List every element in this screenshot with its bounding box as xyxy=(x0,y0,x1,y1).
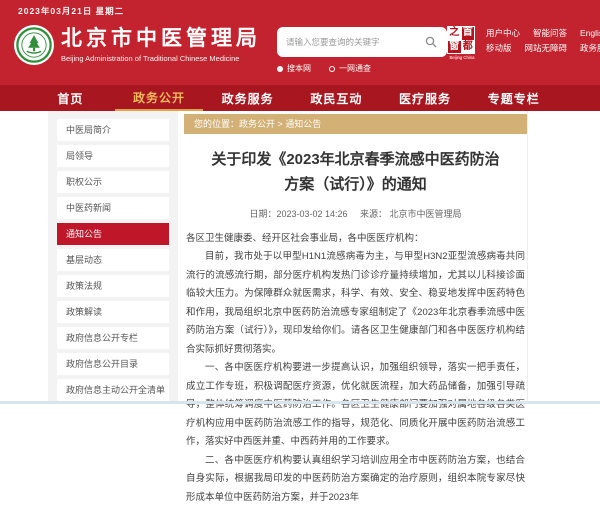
article-paragraph: 一、各中医医疗机构要进一步提高认识，加强组织领导，落实一把手责任，成立工作专班，… xyxy=(186,359,525,452)
radio-unselected-icon xyxy=(329,66,335,72)
search-icon[interactable] xyxy=(424,35,438,49)
seal-caption: Beijing China xyxy=(449,55,475,60)
article-paragraph: 各区卫生健康委、经开区社会事业局，各中医医疗机构： xyxy=(186,230,525,249)
article-date: 日期：2023-03-02 14:26 xyxy=(249,209,347,219)
agency-emblem-icon xyxy=(14,25,54,65)
link-accessibility[interactable]: 网站无障碍 xyxy=(525,41,568,56)
sidebar-item-leadership[interactable]: 局领导 xyxy=(57,145,169,167)
sidebar-item-info-disclosure-list[interactable]: 政府信息主动公开全清单 xyxy=(57,379,169,401)
radio-selected-icon xyxy=(277,66,283,72)
article-source: 来源： 北京市中医管理局 xyxy=(360,209,462,219)
sidebar-menu: 中医局简介 局领导 职权公示 中医药新闻 通知公告 基层动态 政策法规 政策解读… xyxy=(48,111,178,401)
site-title: 北京市中医管理局 xyxy=(61,27,261,51)
beijing-portal-seal-logo[interactable]: 之 首 窗 都 Beijing China xyxy=(447,26,477,61)
article-paragraph: 二、各中医医疗机构要认真组织学习培训应用全市中医药防治方案，也结合自身实际，根据… xyxy=(186,452,525,507)
search-bar xyxy=(277,27,447,57)
radio-label-this-site: 搜本网 xyxy=(287,63,311,74)
page-body: 中医局简介 局领导 职权公示 中医药新闻 通知公告 基层动态 政策法规 政策解读… xyxy=(0,111,600,401)
nav-item-special-topics[interactable]: 专题专栏 xyxy=(469,85,558,111)
nav-item-medical-services[interactable]: 医疗服务 xyxy=(381,85,470,111)
current-date: 2023年03月21日 星期二 xyxy=(18,5,124,17)
seal-char: 都 xyxy=(462,41,475,54)
sidebar-item-grassroots[interactable]: 基层动态 xyxy=(57,249,169,271)
article-panel: 您的位置：政务公开 > 通知公告 关于印发《2023年北京春季流感中医药防治方案… xyxy=(184,111,528,401)
link-mobile-version[interactable]: 移动版 xyxy=(486,41,512,56)
nav-item-public-interaction[interactable]: 政民互动 xyxy=(292,85,381,111)
sidebar-item-notices[interactable]: 通知公告 xyxy=(57,223,169,245)
nav-item-home[interactable]: 首页 xyxy=(26,85,115,111)
sidebar-item-duties[interactable]: 职权公示 xyxy=(57,171,169,193)
link-gov-services[interactable]: 政务服务网 xyxy=(580,41,600,56)
sidebar-item-policies[interactable]: 政策法规 xyxy=(57,275,169,297)
link-english[interactable]: English xyxy=(580,26,600,41)
nav-item-gov-services[interactable]: 政务服务 xyxy=(203,85,292,111)
article-meta: 日期：2023-03-02 14:26 来源： 北京市中医管理局 xyxy=(184,207,527,220)
sidebar-item-policy-interpretation[interactable]: 政策解读 xyxy=(57,301,169,323)
sidebar-item-tcm-news[interactable]: 中医药新闻 xyxy=(57,197,169,219)
breadcrumb[interactable]: 您的位置：政务公开 > 通知公告 xyxy=(184,114,527,134)
site-header: 2023年03月21日 星期二 北京市中医管理局 Beijing Adminis… xyxy=(0,0,600,85)
radio-label-all-sites: 一网通查 xyxy=(339,63,371,74)
link-user-center[interactable]: 用户中心 xyxy=(486,26,520,41)
sidebar-item-info-disclosure-column[interactable]: 政府信息公开专栏 xyxy=(57,327,169,349)
site-logo-home-link[interactable]: 北京市中医管理局 Beijing Administration of Tradi… xyxy=(14,25,261,65)
sidebar-item-info-disclosure-catalog[interactable]: 政府信息公开目录 xyxy=(57,353,169,375)
seal-char: 首 xyxy=(462,27,475,40)
main-nav: 首页 政务公开 政务服务 政民互动 医疗服务 专题专栏 xyxy=(0,85,600,111)
article-title: 关于印发《2023年北京春季流感中医药防治方案（试行）》的通知 xyxy=(210,148,501,198)
search-input[interactable] xyxy=(286,37,424,47)
link-smart-qa[interactable]: 智能问答 xyxy=(533,26,567,41)
nav-item-gov-disclosure[interactable]: 政务公开 xyxy=(115,85,204,111)
radio-search-all-sites[interactable]: 一网通查 xyxy=(329,63,371,74)
site-subtitle: Beijing Administration of Traditional Ch… xyxy=(61,54,261,63)
sidebar-item-about[interactable]: 中医局简介 xyxy=(57,119,169,141)
article-paragraph: 目前，我市处于以甲型H1N1流感病毒为主，与甲型H3N2亚型流感病毒共同流行的流… xyxy=(186,248,525,359)
radio-search-this-site[interactable]: 搜本网 xyxy=(277,63,311,74)
article-body: 各区卫生健康委、经开区社会事业局，各中医医疗机构： 目前，我市处于以甲型H1N1… xyxy=(186,230,525,507)
seal-char: 之 xyxy=(448,27,461,40)
seal-char: 窗 xyxy=(448,41,461,54)
